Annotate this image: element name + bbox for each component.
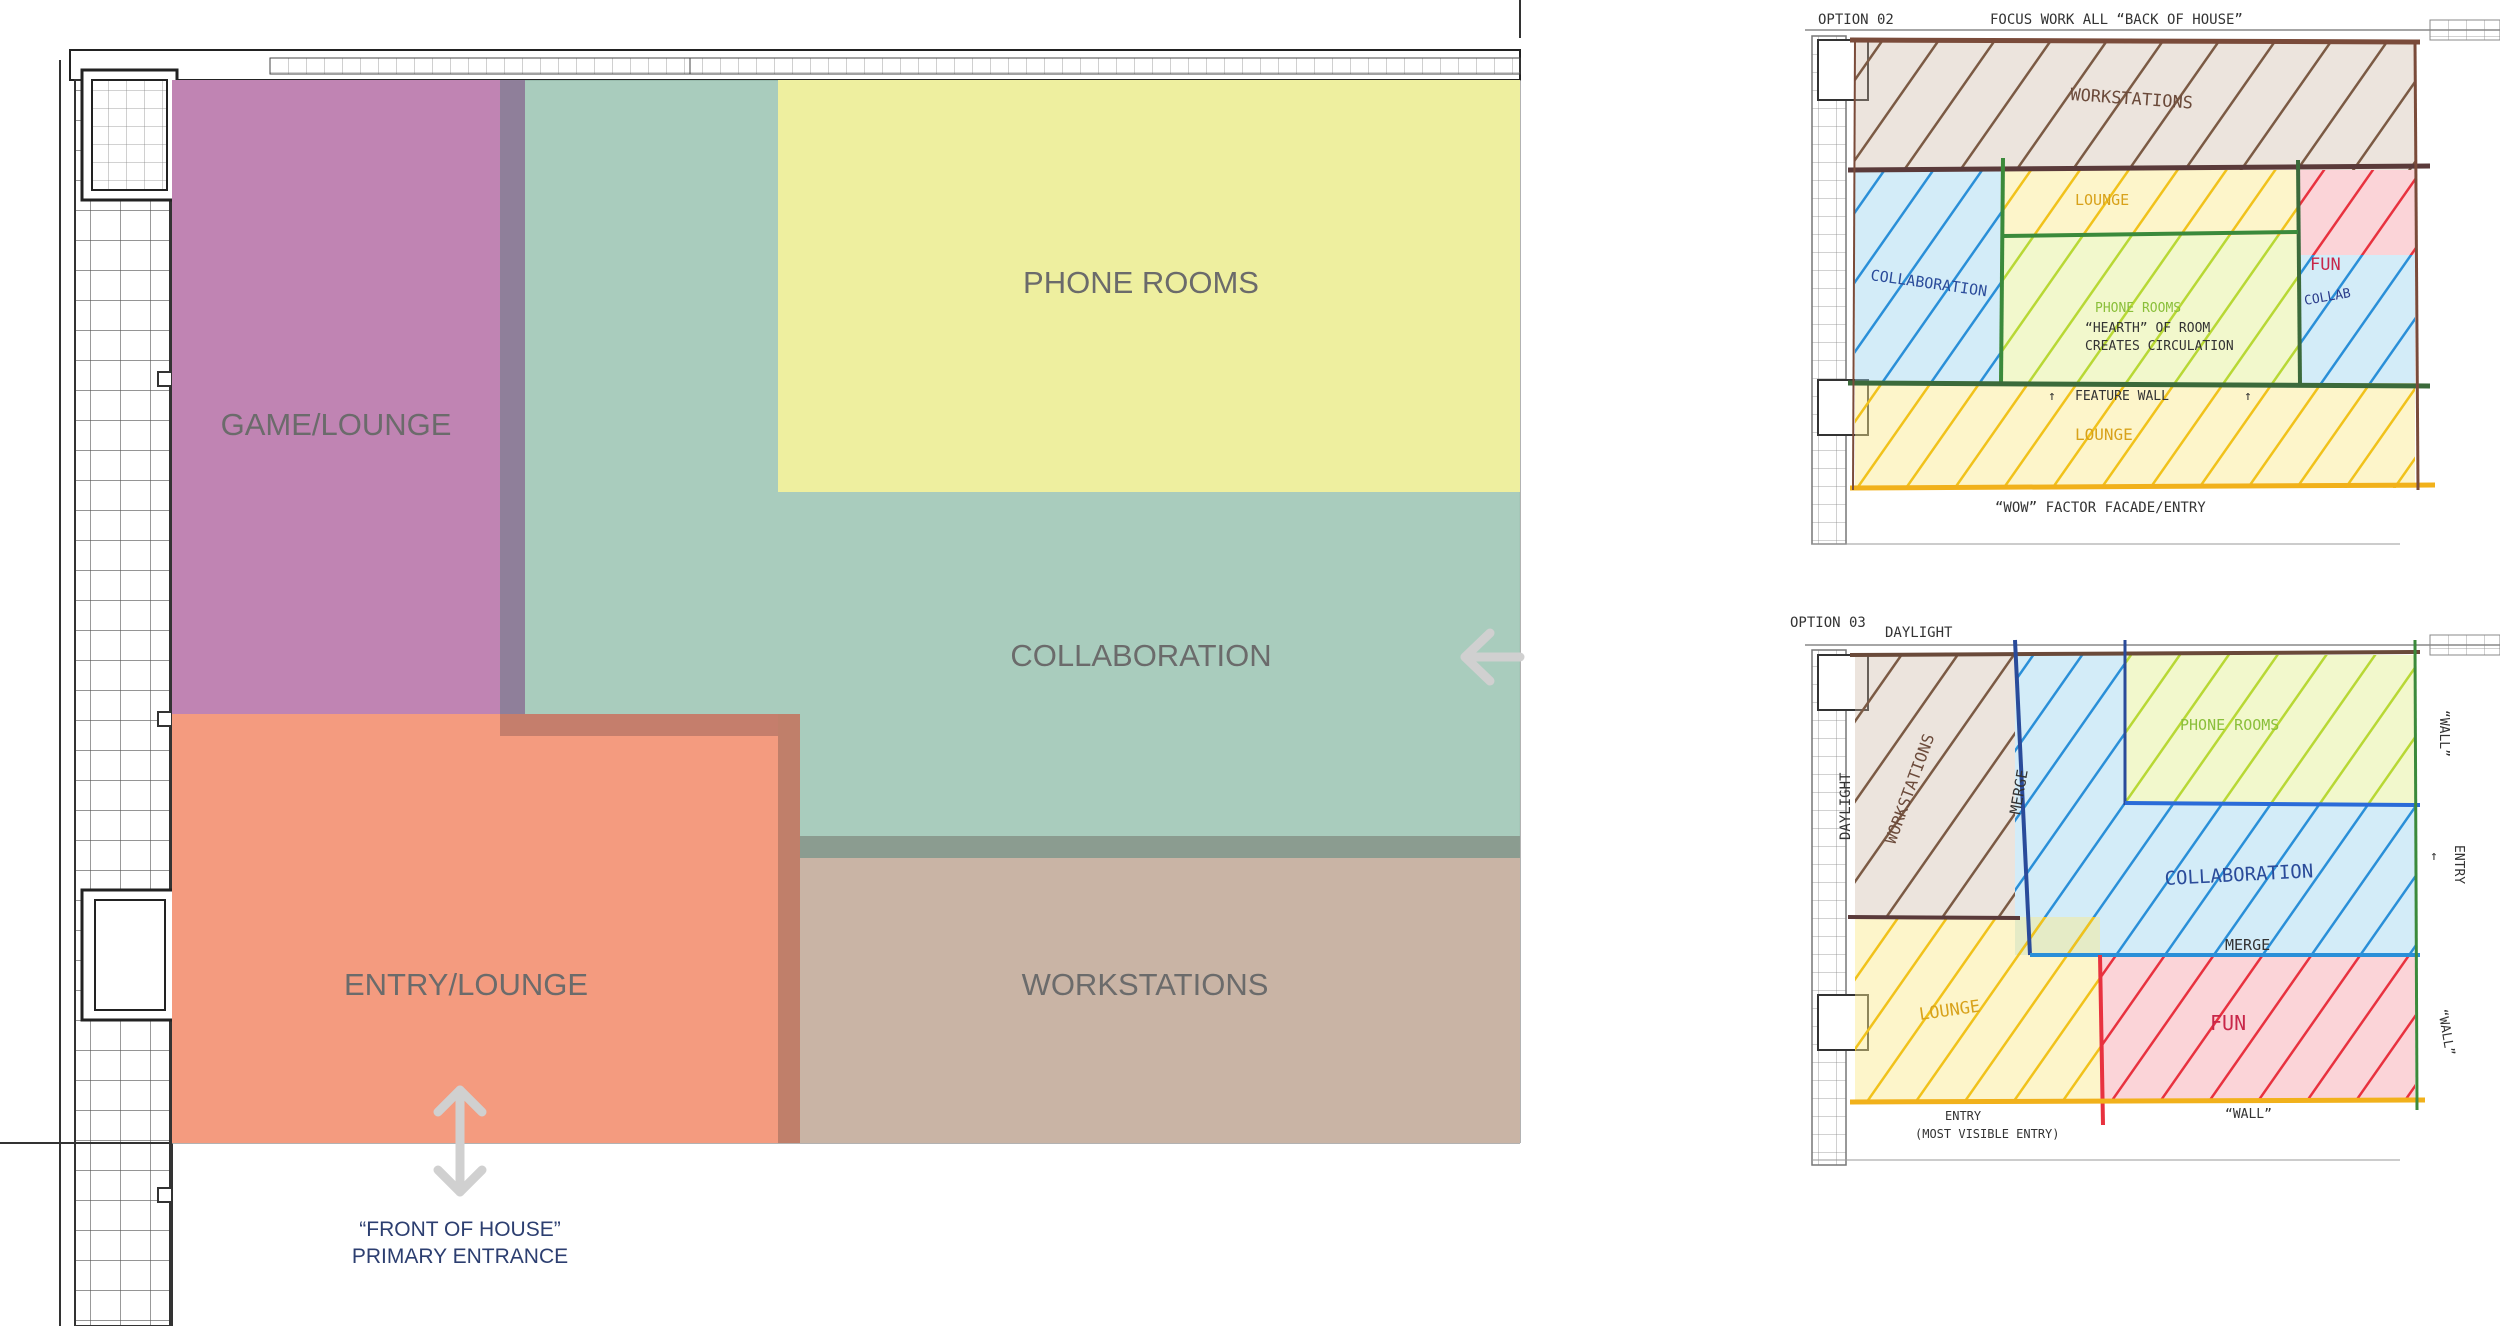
wall-marker: [157, 711, 173, 727]
option-02-label-lounge-top: LOUNGE: [2075, 191, 2129, 209]
main-plan: GAME/LOUNGE PHONE ROOMS COLLABORATION EN…: [0, 0, 1525, 1326]
option-03-label-phone-rooms: PHONE ROOMS: [2180, 716, 2279, 734]
option-03-label-entry-bottom: ENTRY: [1945, 1109, 1982, 1123]
option-02-label-fun: FUN: [2310, 255, 2341, 275]
option-02-header: OPTION 02: [1818, 12, 1894, 28]
zone-game-lounge: [172, 80, 524, 714]
option-03-top-mullions: [2429, 634, 2500, 656]
option-03-label-entry-right: ENTRY: [2451, 845, 2466, 884]
option-02-sketch: OPTION 02 FOCUS WORK ALL “BACK OF HOUSE”…: [1805, 12, 2500, 545]
label-workstations: WORKSTATIONS: [1022, 967, 1269, 1002]
left-wall-grid: [74, 79, 171, 1326]
option-02-label-lounge-bottom: LOUNGE: [2075, 425, 2133, 444]
option-02-zone-fun: [2298, 170, 2415, 255]
option-03-arrow-entry: ↑: [2430, 849, 2438, 864]
zone-overlap-right: [778, 714, 800, 1143]
entrance-note-line2: PRIMARY ENTRANCE: [352, 1245, 568, 1268]
zone-entry-lounge: [172, 714, 800, 1143]
label-game-lounge: GAME/LOUNGE: [221, 407, 452, 442]
option-03-label-daylight-top: DAYLIGHT: [1885, 625, 1953, 641]
wall-marker: [157, 1187, 173, 1203]
wall-marker: [157, 371, 173, 387]
zone-overlap-band: [800, 836, 1520, 858]
option-02-top-mullions: [2429, 19, 2500, 41]
option-03-label-fun: FUN: [2210, 1011, 2246, 1035]
option-02-left-wall: [1811, 35, 1847, 545]
top-wall-mullions-right: [689, 57, 1521, 75]
option-03-label-merge-2: MERGE: [2225, 936, 2270, 954]
option-03-header: OPTION 03: [1790, 615, 1866, 631]
diagram-canvas: GAME/LOUNGE PHONE ROOMS COLLABORATION EN…: [0, 0, 2500, 1326]
option-02-arrow-right: ↑: [2244, 389, 2252, 404]
zone-overlap-strip: [500, 80, 525, 714]
option-02-label-hearth-1: “HEARTH” OF ROOM: [2085, 321, 2210, 336]
option-02-label-facade: “WOW” FACTOR FACADE/ENTRY: [1995, 500, 2206, 516]
option-03-zone-fun: [2100, 955, 2415, 1102]
option-02-zone-lounge-top: [2003, 170, 2298, 236]
label-entry-lounge: ENTRY/LOUNGE: [344, 967, 588, 1002]
label-phone-rooms: PHONE ROOMS: [1023, 265, 1259, 300]
option-03-label-wall-right-bottom: “WALL”: [2434, 1008, 2457, 1057]
zone-overlap-top: [500, 714, 800, 736]
option-02-caption: FOCUS WORK ALL “BACK OF HOUSE”: [1990, 12, 2243, 28]
option-03-label-wall-right-top: “WALL”: [2436, 710, 2451, 757]
entrance-note-line1: “FRONT OF HOUSE”: [359, 1218, 560, 1241]
label-collaboration: COLLABORATION: [1010, 638, 1271, 673]
option-03-zone-merge-left: [2015, 655, 2125, 955]
column-mid-left-inner: [94, 899, 166, 1011]
option-03-label-entry-note: (MOST VISIBLE ENTRY): [1915, 1127, 2060, 1141]
top-wall-mullions: [269, 57, 691, 75]
option-03-sketch: OPTION 03 DAYLIGHT DAYLIGHT WORKSTATIONS…: [1790, 615, 2500, 1166]
option-03-zone-workstations: [1855, 655, 2015, 917]
option-03-left-wall: [1811, 649, 1847, 1166]
option-02-arrow-left: ↑: [2048, 389, 2056, 404]
option-02-label-feature-wall: FEATURE WALL: [2075, 389, 2169, 404]
option-03-label-daylight-side: DAYLIGHT: [1838, 772, 1854, 840]
option-02-label-hearth-2: CREATES CIRCULATION: [2085, 339, 2234, 354]
option-02-label-phone-rooms: PHONE ROOMS: [2095, 301, 2181, 316]
option-03-label-wall-bottom: “WALL”: [2225, 1107, 2272, 1122]
column-top-left-inner: [91, 79, 168, 191]
